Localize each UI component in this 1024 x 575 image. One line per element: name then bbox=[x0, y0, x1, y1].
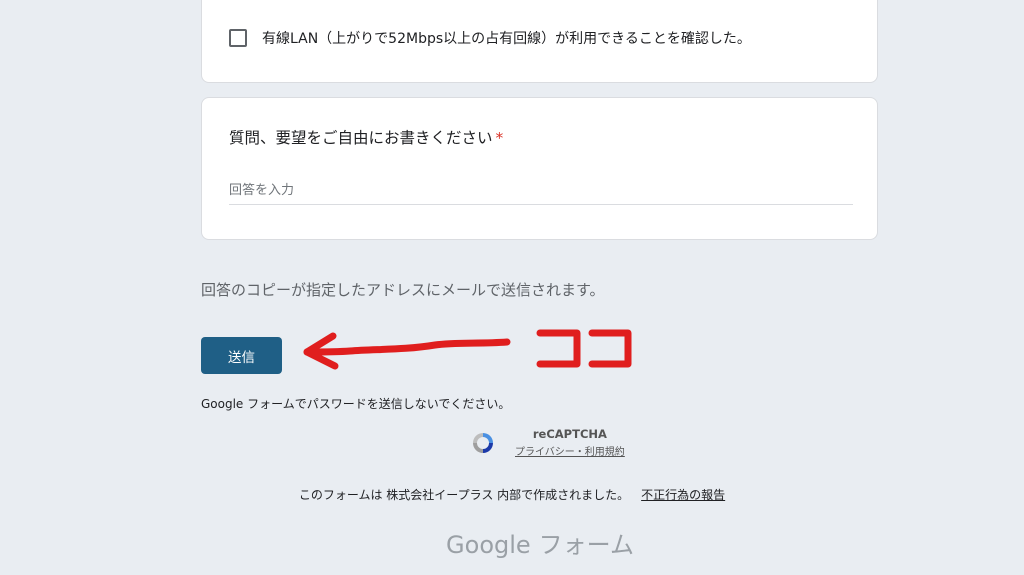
checkbox-question-card: 有線LAN（上がりで52Mbps以上の占有回線）が利用できることを確認した。 bbox=[201, 0, 878, 83]
recaptcha-badge: reCAPTCHA プライバシー・利用規約 bbox=[469, 427, 625, 458]
google-forms-logo[interactable]: Google フォーム bbox=[0, 525, 1024, 560]
free-text-question-card: 質問、要望をご自由にお書きください * bbox=[201, 97, 878, 240]
answer-input[interactable] bbox=[229, 176, 853, 205]
handwritten-annotation bbox=[295, 318, 635, 378]
recaptcha-icon bbox=[473, 432, 493, 453]
lan-confirm-checkbox-label[interactable]: 有線LAN（上がりで52Mbps以上の占有回線）が利用できることを確認した。 bbox=[262, 28, 751, 48]
form-created-note: このフォームは 株式会社イープラス 内部で作成されました。 bbox=[298, 488, 630, 502]
recaptcha-privacy-terms-link[interactable]: プライバシー・利用規約 bbox=[515, 443, 625, 458]
password-warning: Google フォームでパスワードを送信しないでください。 bbox=[201, 397, 511, 411]
logo-product: フォーム bbox=[538, 531, 634, 559]
footer-note: このフォームは 株式会社イープラス 内部で作成されました。 不正行為の報告 bbox=[0, 486, 1024, 503]
submit-button[interactable]: 送信 bbox=[201, 337, 282, 374]
required-asterisk: * bbox=[495, 129, 504, 147]
red-arrow-annotation-icon bbox=[303, 329, 632, 370]
report-abuse-link[interactable]: 不正行為の報告 bbox=[641, 488, 725, 502]
question-title-text: 質問、要望をご自由にお書きください bbox=[229, 129, 493, 147]
logo-brand: Google bbox=[446, 531, 531, 559]
lan-confirm-checkbox[interactable] bbox=[229, 29, 247, 47]
copy-email-note: 回答のコピーが指定したアドレスにメールで送信されます。 bbox=[201, 281, 605, 299]
checkbox-row[interactable]: 有線LAN（上がりで52Mbps以上の占有回線）が利用できることを確認した。 bbox=[229, 28, 751, 48]
question-title: 質問、要望をご自由にお書きください * bbox=[229, 126, 503, 148]
recaptcha-title: reCAPTCHA bbox=[532, 427, 607, 441]
